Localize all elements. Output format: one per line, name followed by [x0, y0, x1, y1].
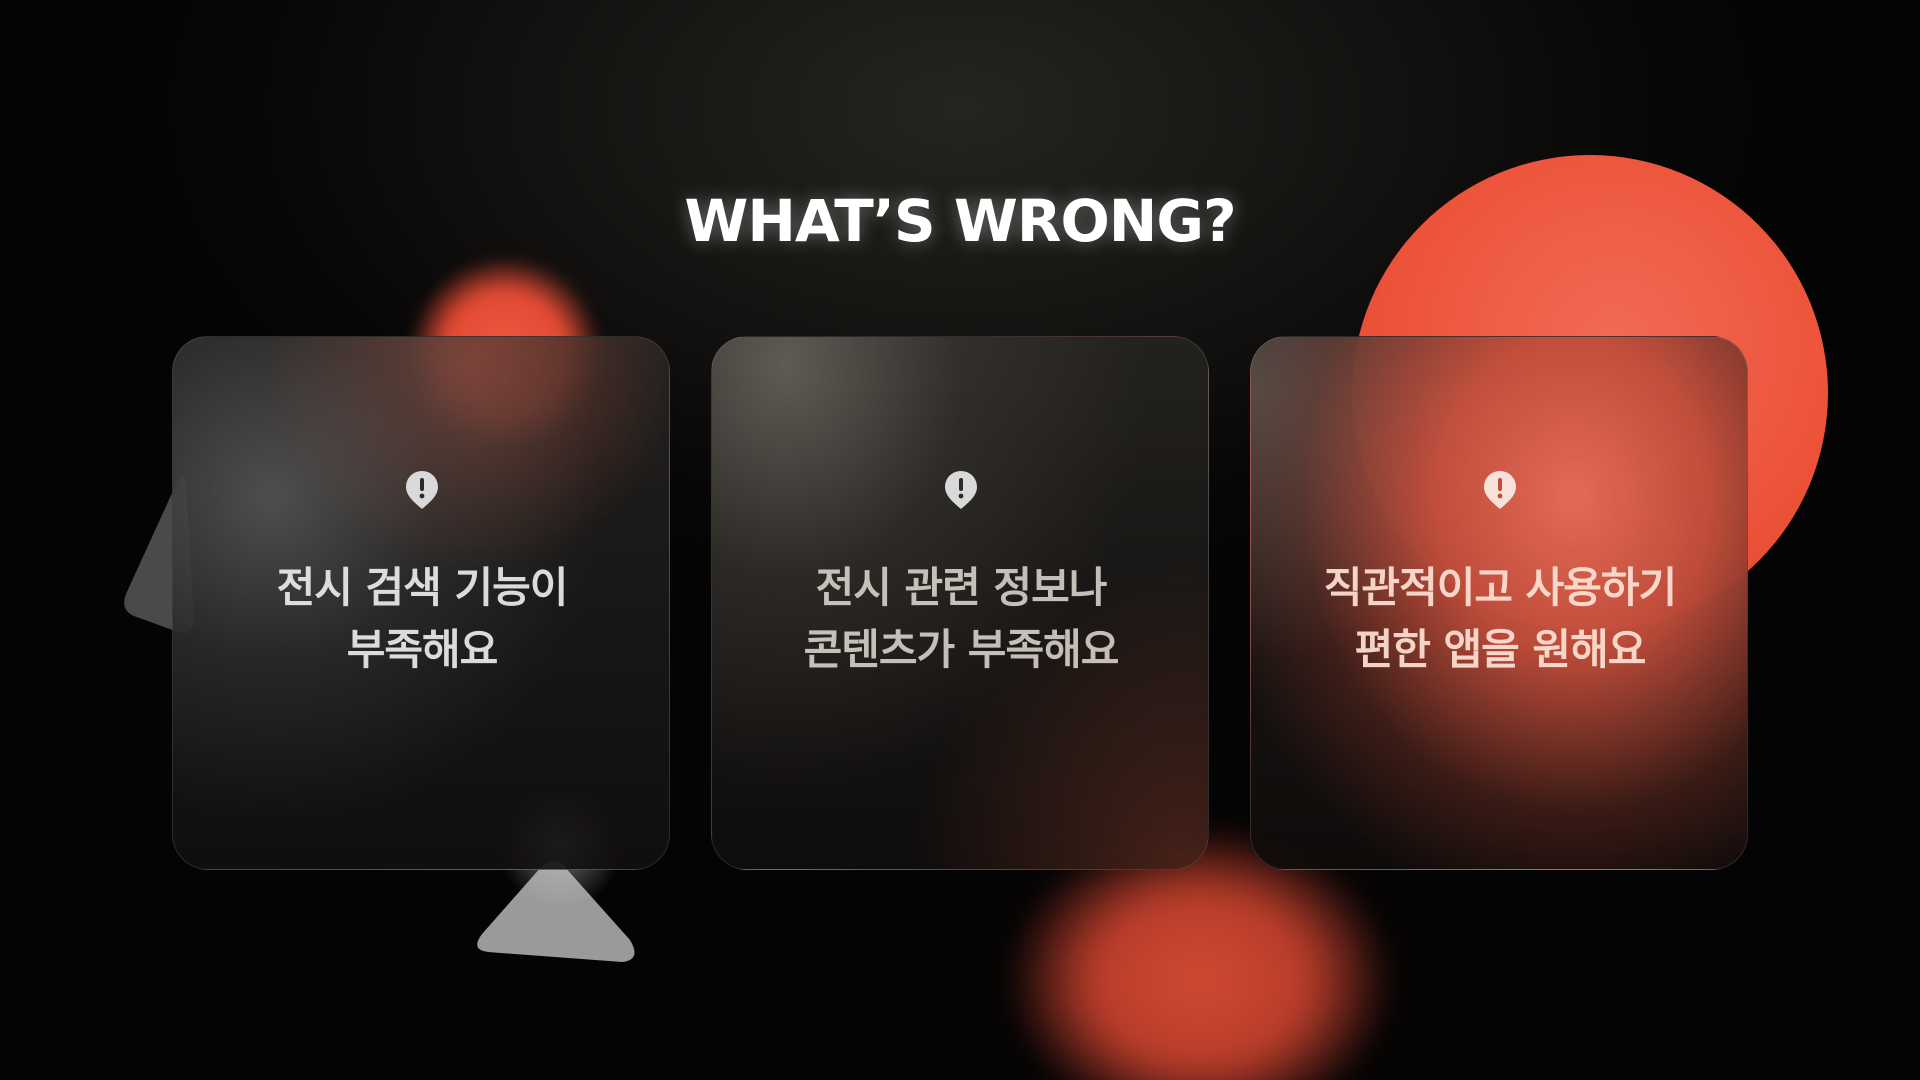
- problem-card-2: 전시 관련 정보나 콘텐츠가 부족해요: [711, 336, 1209, 870]
- problem-text: 전시 검색 기능이 부족해요: [173, 557, 669, 681]
- problem-text: 전시 관련 정보나 콘텐츠가 부족해요: [712, 557, 1208, 681]
- problem-text-line-1: 전시 검색 기능이: [276, 563, 569, 612]
- problem-card-3: 직관적이고 사용하기 편한 앱을 원해요: [1250, 336, 1748, 870]
- problem-text-line-2: 편한 앱을 원해요: [1354, 625, 1647, 674]
- problem-text-line-2: 부족해요: [346, 625, 499, 674]
- page-title: WHAT’S WRONG?: [684, 186, 1236, 255]
- slide: WHAT’S WRONG? 전시 검색 기능이 부족해요 전시 관련 정보나 콘…: [0, 0, 1920, 1080]
- alert-pin-icon: [945, 471, 977, 509]
- alert-pin-icon: [1484, 471, 1516, 509]
- problem-text-line-1: 직관적이고 사용하기: [1323, 563, 1677, 612]
- problem-text-line-2: 콘텐츠가 부족해요: [803, 625, 1120, 674]
- alert-pin-icon: [406, 471, 438, 509]
- problem-card-1: 전시 검색 기능이 부족해요: [172, 336, 670, 870]
- problem-text: 직관적이고 사용하기 편한 앱을 원해요: [1251, 557, 1747, 681]
- problem-text-line-1: 전시 관련 정보나: [815, 563, 1108, 612]
